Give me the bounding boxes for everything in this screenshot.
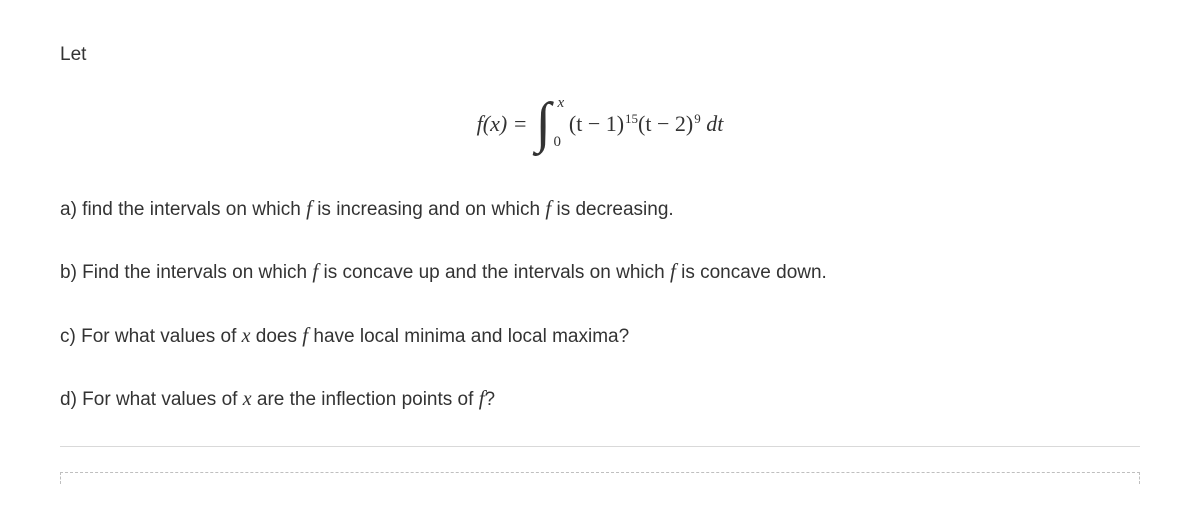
qc-mid1: does (251, 326, 303, 347)
problem-content: Let f(x) = ∫ x 0 (t − 1)15(t − 2)9 dt a)… (60, 40, 1140, 484)
qc-end: have local minima and local maxima? (308, 326, 629, 347)
qd-mid1: are the inflection points of (252, 389, 479, 410)
differential: dt (701, 111, 724, 136)
qd-end: ? (485, 389, 496, 410)
question-b: b) Find the intervals on which f is conc… (60, 255, 1140, 289)
qb-mid1: is concave up and the intervals on which (318, 262, 670, 283)
integral-upper-limit: x (558, 91, 565, 115)
divider-line (60, 446, 1140, 447)
qd-x: x (243, 388, 252, 410)
qc-label: c) For what values of (60, 326, 242, 347)
integrand-part2: (t − 2) (638, 111, 693, 136)
exponent-1: 15 (625, 111, 638, 126)
qb-end: is concave down. (676, 262, 827, 283)
intro-text: Let (60, 40, 1140, 70)
integral-lower-limit: 0 (554, 130, 562, 154)
integrand-part1: (t − 1) (569, 111, 624, 136)
formula-lhs: f(x) = (477, 106, 528, 141)
qa-end: is decreasing. (551, 199, 674, 220)
formula-display: f(x) = ∫ x 0 (t − 1)15(t − 2)9 dt (60, 95, 1140, 151)
question-d: d) For what values of x are the inflecti… (60, 382, 1140, 416)
qd-label: d) For what values of (60, 389, 243, 410)
integrand-expression: (t − 1)15(t − 2)9 dt (569, 106, 723, 141)
answer-input-area[interactable] (60, 472, 1140, 484)
question-c: c) For what values of x does f have loca… (60, 319, 1140, 353)
integral-symbol: ∫ x 0 (536, 95, 551, 151)
qb-label: b) Find the intervals on which (60, 262, 312, 283)
question-a: a) find the intervals on which f is incr… (60, 192, 1140, 226)
qa-mid1: is increasing and on which (312, 199, 545, 220)
qa-label: a) find the intervals on which (60, 199, 306, 220)
qc-x: x (242, 325, 251, 347)
